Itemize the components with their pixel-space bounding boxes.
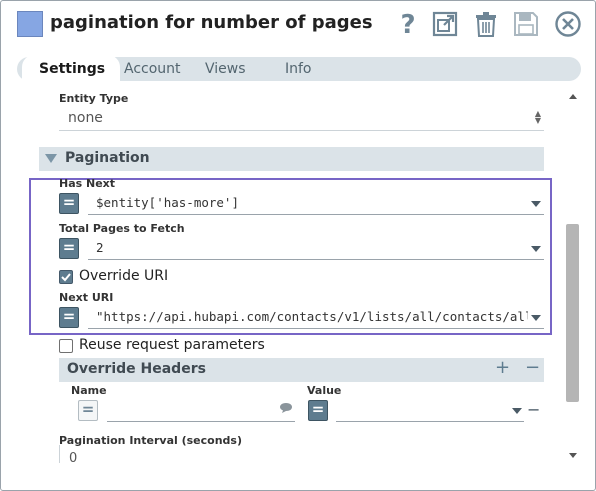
scroll-down-icon[interactable] bbox=[569, 453, 577, 458]
snap-settings-dialog: pagination for number of pages ? Setting… bbox=[0, 0, 596, 491]
pagination-section-header[interactable]: Pagination bbox=[39, 147, 544, 171]
chevron-down-icon[interactable] bbox=[531, 315, 541, 321]
settings-panel: Entity Type none ▲ ▼ Pagination Has Next … bbox=[1, 83, 561, 463]
close-icon[interactable] bbox=[553, 9, 583, 39]
tab-info[interactable]: Info bbox=[285, 57, 312, 81]
next-uri-value: "https://api.hubapi.com/contacts/v1/list… bbox=[96, 309, 528, 324]
remove-row-icon[interactable]: − bbox=[525, 357, 540, 378]
header-name-label: Name bbox=[71, 384, 107, 397]
reuse-params-label: Reuse request parameters bbox=[79, 337, 265, 353]
header-value-input[interactable] bbox=[336, 396, 524, 422]
remove-header-icon[interactable]: − bbox=[527, 400, 540, 419]
interval-value: 0 bbox=[69, 451, 78, 463]
snap-type-icon bbox=[17, 11, 43, 37]
save-icon[interactable] bbox=[511, 9, 541, 39]
dialog-title: pagination for number of pages bbox=[50, 12, 373, 33]
spinner-icon[interactable]: ▲ ▼ bbox=[535, 110, 541, 125]
has-next-expression-toggle[interactable]: = bbox=[59, 193, 79, 214]
add-row-icon[interactable]: + bbox=[495, 357, 510, 378]
has-next-value: $entity['has-more'] bbox=[96, 195, 239, 210]
has-next-input[interactable]: $entity['has-more'] bbox=[88, 189, 544, 215]
total-pages-value: 2 bbox=[96, 240, 104, 255]
entity-type-label: Entity Type bbox=[59, 92, 129, 105]
header-name-input[interactable] bbox=[107, 396, 295, 422]
chevron-down-icon[interactable] bbox=[531, 246, 541, 252]
tab-account[interactable]: Account bbox=[124, 57, 181, 81]
entity-type-value: none bbox=[68, 110, 103, 126]
svg-text:?: ? bbox=[400, 10, 415, 38]
dialog-header: pagination for number of pages ? bbox=[1, 1, 595, 51]
header-value-expression-toggle[interactable]: = bbox=[308, 400, 328, 421]
chevron-down-icon[interactable] bbox=[531, 201, 541, 207]
entity-type-select[interactable]: none ▲ ▼ bbox=[59, 105, 544, 131]
tab-bar: Settings Account Views Info bbox=[17, 55, 581, 83]
tab-settings[interactable]: Settings bbox=[22, 55, 121, 83]
total-pages-input[interactable]: 2 bbox=[88, 234, 544, 260]
tab-views[interactable]: Views bbox=[205, 57, 246, 81]
override-uri-label: Override URI bbox=[79, 268, 169, 284]
total-pages-expression-toggle[interactable]: = bbox=[59, 238, 79, 259]
header-name-expression-toggle[interactable]: = bbox=[78, 400, 98, 421]
chevron-down-icon[interactable] bbox=[512, 408, 522, 414]
comment-icon[interactable] bbox=[279, 402, 293, 414]
override-headers-title: Override Headers bbox=[67, 361, 206, 377]
next-uri-input[interactable]: "https://api.hubapi.com/contacts/v1/list… bbox=[88, 303, 544, 329]
scroll-thumb[interactable] bbox=[566, 224, 579, 402]
interval-input[interactable]: 0 bbox=[59, 445, 544, 463]
help-icon[interactable]: ? bbox=[393, 9, 423, 39]
collapse-icon[interactable] bbox=[45, 154, 57, 163]
next-uri-expression-toggle[interactable]: = bbox=[59, 307, 79, 328]
export-icon[interactable] bbox=[430, 9, 460, 39]
reuse-params-checkbox[interactable] bbox=[59, 339, 73, 353]
scroll-up-icon[interactable] bbox=[569, 94, 577, 99]
override-headers-header: Override Headers + − bbox=[59, 357, 544, 382]
scrollbar[interactable] bbox=[565, 89, 581, 463]
override-uri-checkbox[interactable] bbox=[59, 270, 73, 284]
trash-icon[interactable] bbox=[471, 9, 501, 39]
pagination-title: Pagination bbox=[65, 150, 150, 166]
